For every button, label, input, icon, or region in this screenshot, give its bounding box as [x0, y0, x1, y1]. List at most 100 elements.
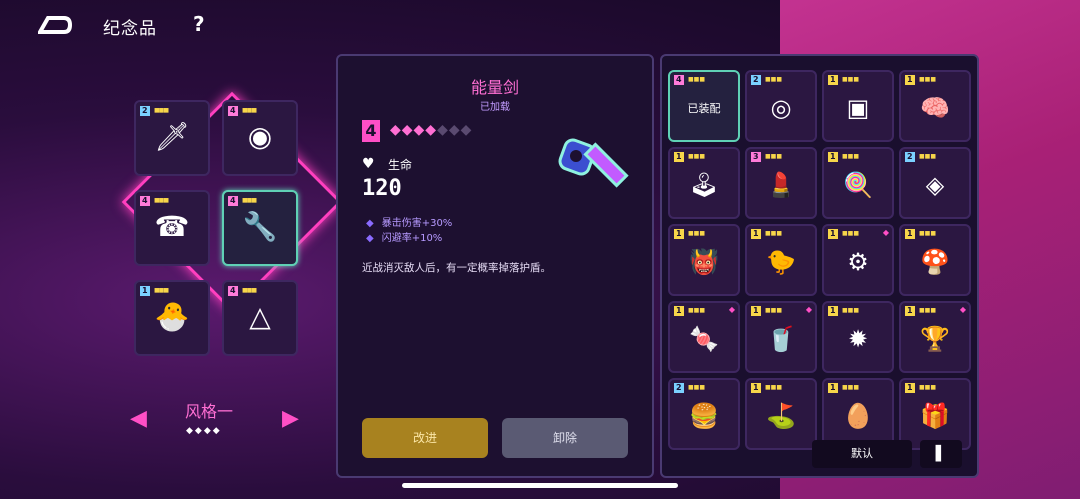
cell-level: 1: [828, 306, 838, 316]
rarity-dots: ■■■: [919, 307, 937, 314]
cell-level: 1: [828, 229, 838, 239]
next-style-arrow-icon[interactable]: ▶: [282, 406, 299, 431]
slot-level: 4: [228, 286, 238, 296]
souvenir-cell[interactable]: 1 ■■■ ◆ 🍬: [668, 301, 740, 373]
souvenir-cell[interactable]: 1 ■■■ 🐤: [745, 224, 817, 296]
souvenir-cell[interactable]: 1 ■■■ ◆ ⚙: [822, 224, 894, 296]
rarity-dots: ■■■: [919, 76, 937, 83]
rarity-dots: ■■■: [919, 230, 937, 237]
souvenir-cell[interactable]: 2 ■■■ ◎: [745, 70, 817, 142]
sort-button[interactable]: ▌: [920, 440, 962, 468]
prev-style-arrow-icon[interactable]: ◀: [130, 406, 147, 431]
item-description: 近战消灭敌人后，有一定概率掉落护盾。: [362, 262, 551, 274]
rarity-dots: ■■■: [765, 230, 783, 237]
style-pager: ◆◆◆◆: [186, 426, 222, 436]
souvenir-cell[interactable]: 1 ■■■ 👹: [668, 224, 740, 296]
pips-empty: ◆◆◆: [437, 122, 473, 138]
souvenir-icon: ◎: [770, 94, 792, 122]
rarity-dots: ■■■: [688, 384, 706, 391]
souvenir-grid: 4 ■■■ 已装配 2 ■■■ ◎ 1 ■■■ ▣ 1 ■■■ 🧠 1 ■■■ 🕹 3 ■■■ 💄 1 …: [660, 54, 979, 478]
rarity-dots: ■■■: [688, 76, 706, 83]
rarity-dots: ■■■: [842, 76, 860, 83]
rarity-dots: ■■■: [154, 107, 169, 114]
cell-level: 1: [751, 306, 761, 316]
equipped-slot[interactable]: 4 ■■■ ☎: [134, 190, 210, 266]
cell-level: 2: [751, 75, 761, 85]
souvenir-cell[interactable]: 4 ■■■ 已装配: [668, 70, 740, 142]
souvenir-cell[interactable]: 2 ■■■ ◈: [899, 147, 971, 219]
souvenir-icon: 🥚: [843, 402, 873, 430]
slot-level: 2: [140, 106, 150, 116]
souvenir-icon: 🍔: [689, 402, 719, 430]
souvenir-icon: 🐣: [154, 300, 190, 333]
energy-sword-icon: [558, 138, 629, 188]
souvenir-icon: ⛳: [766, 402, 796, 430]
rarity-dots: ■■■: [688, 230, 706, 237]
souvenir-cell[interactable]: 1 ■■■ 🍭: [822, 147, 894, 219]
souvenir-icon: ⚙: [847, 248, 869, 276]
souvenir-icon: 🍄: [920, 248, 950, 276]
rarity-dots: ■■■: [688, 153, 706, 160]
souvenir-cell[interactable]: 1 ■■■ ▣: [822, 70, 894, 142]
souvenir-icon: 🏆: [920, 325, 950, 353]
back-button[interactable]: [36, 14, 73, 36]
bonus-dodge-text: 闪避率+10%: [381, 233, 443, 244]
souvenir-cell[interactable]: 1 ■■■ ◆ 🏆: [899, 301, 971, 373]
slot-level: 1: [140, 286, 150, 296]
rarity-dots: ■■■: [765, 384, 783, 391]
equipped-tag: 已装配: [687, 102, 721, 115]
equipped-slot[interactable]: 4 ■■■ △: [222, 280, 298, 356]
souvenir-cell[interactable]: 1 ■■■ 🍄: [899, 224, 971, 296]
cell-level: 1: [751, 383, 761, 393]
souvenir-cell[interactable]: 1 ■■■ ✹: [822, 301, 894, 373]
equipped-slot[interactable]: 4 ■■■ ◉: [222, 100, 298, 176]
rarity-dots: ■■■: [919, 153, 937, 160]
cell-level: 1: [751, 229, 761, 239]
unequip-button[interactable]: 卸除: [502, 418, 628, 458]
rarity-dots: ■■■: [765, 76, 783, 83]
rarity-dots: ■■■: [842, 384, 860, 391]
item-level: 4: [362, 120, 380, 142]
souvenir-icon: ☎: [154, 210, 190, 243]
cell-level: 1: [905, 383, 915, 393]
cell-level: 1: [674, 229, 684, 239]
souvenir-cell[interactable]: 1 ■■■ 🧠: [899, 70, 971, 142]
souvenir-icon: ◉: [247, 120, 273, 153]
style-label: 风格一: [185, 402, 234, 421]
equipped-slot[interactable]: 2 ■■■ 🗡: [134, 100, 210, 176]
rarity-dots: ■■■: [154, 197, 169, 204]
back-icon: [36, 16, 73, 34]
souvenir-cell[interactable]: 1 ■■■ ◆ 🥤: [745, 301, 817, 373]
rarity-dots: ■■■: [765, 153, 783, 160]
help-button[interactable]: ?: [193, 12, 205, 36]
new-gem-icon: ◆: [959, 305, 966, 314]
equipped-slot[interactable]: 1 ■■■ 🐣: [134, 280, 210, 356]
souvenir-cell[interactable]: 3 ■■■ 💄: [745, 147, 817, 219]
souvenir-icon: 🕹: [688, 171, 720, 199]
souvenir-icon: 🗡: [154, 120, 190, 153]
pips-filled: ◆◆◆◆: [390, 122, 438, 138]
slot-level: 4: [140, 196, 150, 206]
cell-level: 1: [828, 75, 838, 85]
diamond-bullet-icon: ◆: [366, 233, 374, 244]
souvenir-cell[interactable]: 1 ■■■ 🕹: [668, 147, 740, 219]
upgrade-button[interactable]: 改进: [362, 418, 488, 458]
stat-value: 120: [362, 176, 402, 201]
equipped-slot[interactable]: 4 ■■■ 🔧: [222, 190, 298, 266]
cell-level: 1: [905, 306, 915, 316]
souvenir-cell[interactable]: 1 ■■■ ⛳: [745, 378, 817, 450]
cell-level: 1: [674, 306, 684, 316]
slot-level: 4: [228, 196, 238, 206]
cell-level: 2: [905, 152, 915, 162]
default-button[interactable]: 默认: [812, 440, 912, 468]
souvenir-cell[interactable]: 2 ■■■ 🍔: [668, 378, 740, 450]
souvenir-icon: △: [249, 300, 271, 333]
rarity-dots: ■■■: [919, 384, 937, 391]
item-name: 能量剑: [470, 78, 519, 97]
style-selector: ◀ 风格一 ◆◆◆◆ ▶: [130, 396, 300, 442]
cell-level: 1: [828, 152, 838, 162]
cell-level: 3: [751, 152, 761, 162]
rarity-dots: ■■■: [242, 107, 257, 114]
souvenir-icon: 🧠: [920, 94, 950, 122]
home-indicator: [402, 483, 678, 488]
